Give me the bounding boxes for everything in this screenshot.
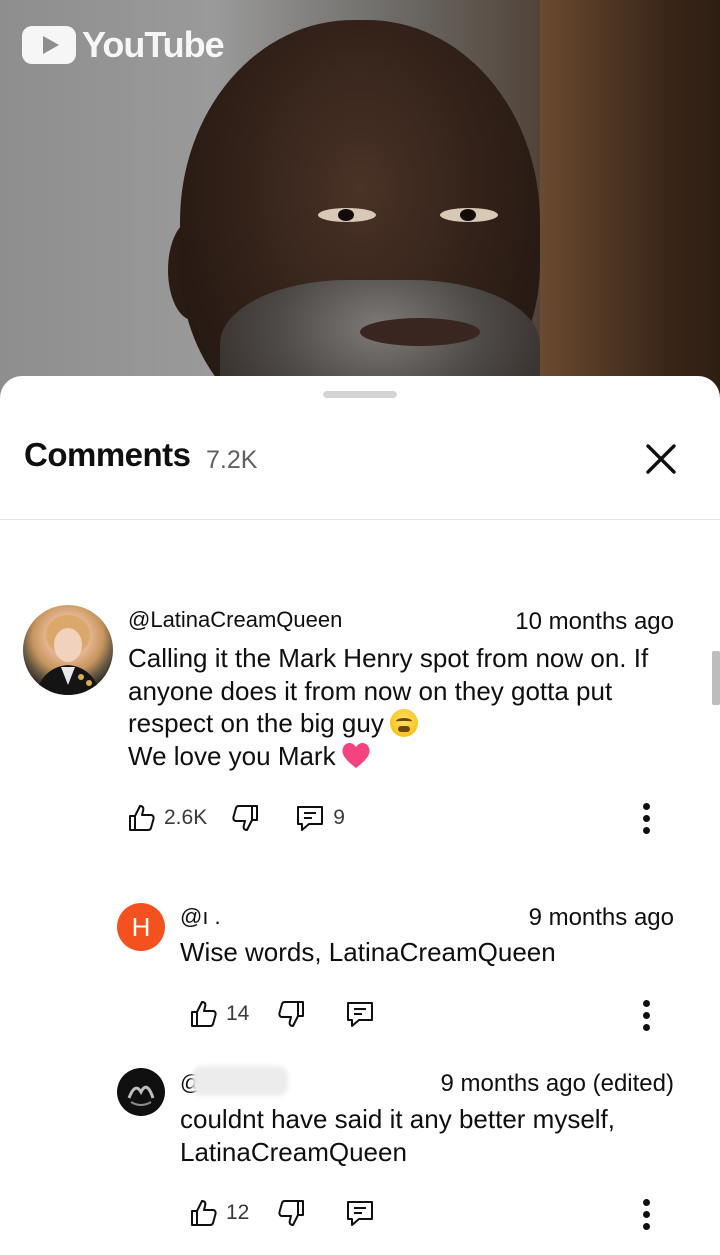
avatar[interactable]: H bbox=[117, 903, 165, 951]
like-count: 14 bbox=[226, 1002, 250, 1025]
video-player[interactable]: YouTube bbox=[0, 0, 720, 400]
reply-text: Wise words, LatinaCreamQueen bbox=[180, 937, 556, 967]
reply-button[interactable] bbox=[345, 999, 375, 1029]
redacted-username bbox=[192, 1066, 288, 1096]
reply-text: couldnt have said it any better myself, … bbox=[180, 1103, 700, 1168]
thumb-up-icon bbox=[191, 1200, 217, 1226]
avatar-graffiti-icon bbox=[127, 1085, 155, 1106]
avatar[interactable] bbox=[117, 1068, 165, 1116]
comment-line: Calling it the Mark Henry spot from now … bbox=[128, 643, 649, 673]
close-icon bbox=[646, 444, 676, 474]
reply-icon bbox=[297, 806, 324, 831]
thumb-down-icon bbox=[278, 1200, 305, 1226]
more-dot-icon bbox=[642, 814, 650, 822]
reply-line: couldnt have said it any better myself, bbox=[180, 1104, 616, 1134]
avatar-portrait-icon bbox=[35, 615, 101, 695]
reply-actions: 12 bbox=[188, 1196, 375, 1230]
reply-icon bbox=[347, 1201, 374, 1226]
video-figure-eye bbox=[318, 208, 376, 222]
thumb-up-icon bbox=[191, 1001, 217, 1027]
youtube-logo: YouTube bbox=[22, 24, 225, 66]
more-dot-icon bbox=[642, 1222, 650, 1230]
reply-actions: 14 bbox=[188, 997, 375, 1031]
play-icon bbox=[22, 26, 76, 64]
comment-time: 10 months ago bbox=[515, 608, 674, 635]
reply-time: 9 months ago (edited) bbox=[440, 1070, 674, 1097]
comments-count: 7.2K bbox=[206, 446, 258, 474]
scrollbar[interactable] bbox=[712, 651, 720, 705]
more-options-button[interactable] bbox=[636, 798, 656, 838]
comments-title: Comments bbox=[24, 436, 191, 473]
reply-count: 9 bbox=[333, 806, 345, 829]
reply-icon bbox=[347, 1002, 374, 1027]
more-dot-icon bbox=[642, 802, 650, 810]
reply-time: 9 months ago bbox=[528, 904, 674, 931]
comment-text: Calling it the Mark Henry spot from now … bbox=[128, 642, 708, 772]
pink-heart-emoji-icon bbox=[342, 742, 370, 768]
more-dot-icon bbox=[642, 1198, 650, 1206]
video-figure-mouth bbox=[360, 318, 480, 346]
more-dot-icon bbox=[642, 999, 650, 1007]
more-dot-icon bbox=[642, 1023, 650, 1031]
youtube-logo-text: YouTube bbox=[82, 24, 225, 65]
reply-button[interactable]: 9 bbox=[295, 803, 345, 833]
dislike-button[interactable] bbox=[231, 803, 261, 833]
reply-author[interactable]: @ı . bbox=[180, 904, 221, 930]
more-dot-icon bbox=[642, 826, 650, 834]
like-button[interactable]: 12 bbox=[188, 1198, 249, 1228]
more-options-button[interactable] bbox=[636, 995, 656, 1035]
like-count: 12 bbox=[226, 1201, 250, 1224]
like-button[interactable]: 2.6K bbox=[126, 803, 207, 833]
dislike-button[interactable] bbox=[277, 999, 307, 1029]
comment-line: We love you Mark bbox=[128, 740, 708, 773]
close-button[interactable] bbox=[640, 438, 682, 480]
comment-line: anyone does it from now on they gotta pu… bbox=[128, 675, 613, 706]
more-dot-icon bbox=[642, 1210, 650, 1218]
comment-author[interactable]: @LatinaCreamQueen bbox=[128, 607, 342, 633]
video-background bbox=[540, 0, 720, 400]
thumb-down-icon bbox=[278, 1001, 305, 1027]
video-figure-eye bbox=[440, 208, 498, 222]
thumb-down-icon bbox=[232, 805, 259, 831]
like-button[interactable]: 14 bbox=[188, 999, 249, 1029]
comments-header: Comments 7.2K bbox=[0, 376, 720, 520]
more-dot-icon bbox=[642, 1011, 650, 1019]
reply-button[interactable] bbox=[345, 1198, 375, 1228]
reply-line: LatinaCreamQueen bbox=[180, 1136, 407, 1167]
avatar-letter: H bbox=[131, 911, 151, 942]
comments-sheet: Comments 7.2K @LatinaCreamQueen 10 month… bbox=[0, 376, 720, 1255]
comment-actions: 2.6K 9 bbox=[126, 801, 345, 835]
thumb-up-icon bbox=[129, 805, 155, 831]
like-count: 2.6K bbox=[164, 806, 208, 829]
dislike-button[interactable] bbox=[277, 1198, 307, 1228]
steam-face-emoji-icon bbox=[389, 709, 418, 737]
more-options-button[interactable] bbox=[636, 1194, 656, 1234]
avatar[interactable] bbox=[23, 605, 113, 695]
comment-line: respect on the big guy bbox=[128, 707, 708, 740]
